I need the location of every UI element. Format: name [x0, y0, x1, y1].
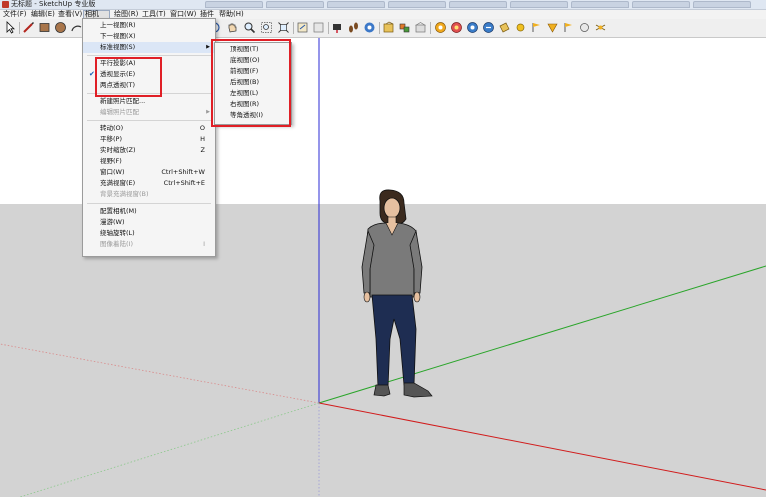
tab-6[interactable]	[510, 1, 568, 8]
menu-item-edit-match-photo: 编辑照片匹配 ▶	[100, 108, 210, 116]
human-figure[interactable]	[358, 189, 438, 404]
menu-item-look-around[interactable]: 绕轴旋转(L)	[83, 228, 215, 239]
menu-file[interactable]: 文件(F)	[2, 10, 28, 19]
position-camera-icon[interactable]	[331, 21, 344, 34]
menu-item-position-camera[interactable]: 配置相机(M)	[83, 206, 215, 217]
menu-item-two-point-perspective[interactable]: 两点透视(T)	[83, 80, 215, 91]
next-view-icon[interactable]	[312, 21, 325, 34]
tab-9[interactable]	[693, 1, 751, 8]
walk-icon[interactable]	[347, 21, 360, 34]
menu-item-previous-view[interactable]: 上一视图(R)	[83, 20, 215, 31]
camera-menu-dropdown: 上一视图(R) 下一视图(X) 标准视图(S) ▶ 平行投影(A) ✔ 透视显示(E…	[82, 18, 216, 257]
tab-3[interactable]	[327, 1, 385, 8]
menu-item-perspective[interactable]: ✔ 透视显示(E)	[83, 69, 215, 80]
tab-7[interactable]	[571, 1, 629, 8]
menu-item-standard-views[interactable]: 标准视图(S) ▶	[83, 42, 215, 53]
submenu-item-front[interactable]: 前视图(F)	[215, 66, 291, 77]
browser-tab-strip	[205, 0, 766, 9]
tab-5[interactable]	[449, 1, 507, 8]
plugin-8-icon[interactable]	[546, 21, 559, 34]
menu-help[interactable]: 帮助(H)	[218, 10, 245, 19]
red-axis-positive	[318, 402, 766, 491]
menu-item-parallel-projection[interactable]: 平行投影(A)	[83, 58, 215, 69]
menu-item-next-view[interactable]: 下一视图(X)	[83, 31, 215, 42]
plugin-7-icon[interactable]	[530, 21, 543, 34]
tab-1[interactable]	[205, 1, 263, 8]
menu-item-zoom-window[interactable]: 窗口(W) Ctrl+Shift+W	[83, 167, 215, 178]
submenu-item-iso[interactable]: 等角透视(I)	[215, 110, 291, 121]
pencil-line-icon[interactable]	[22, 21, 35, 34]
plugin-2-icon[interactable]	[450, 21, 463, 34]
menu-item-image-igloo: 图像着陆(I) I	[100, 240, 205, 248]
zoom-magnifier-icon[interactable]	[243, 21, 256, 34]
menu-item-zoom[interactable]: 实时缩放(Z) Z	[83, 145, 215, 156]
menu-item-zoom-to-photo: 背景充满视窗(B)	[100, 190, 149, 198]
menu-item-pan[interactable]: 平移(P) H	[83, 134, 215, 145]
checkmark-icon: ✔	[89, 70, 95, 78]
previous-view-icon[interactable]	[296, 21, 309, 34]
zoom-extents-icon[interactable]	[277, 21, 290, 34]
components-icon[interactable]	[398, 21, 411, 34]
submenu-item-bottom[interactable]: 底视图(O)	[215, 55, 291, 66]
menu-item-field-of-view[interactable]: 视野(F)	[83, 156, 215, 167]
submenu-arrow-icon: ▶	[206, 109, 210, 115]
submenu-item-right[interactable]: 右视图(R)	[215, 99, 291, 110]
plugin-6-icon[interactable]	[514, 21, 527, 34]
circle-icon[interactable]	[54, 21, 67, 34]
plugin-4-icon[interactable]	[482, 21, 495, 34]
look-around-icon[interactable]	[363, 21, 376, 34]
rectangle-icon[interactable]	[38, 21, 51, 34]
section-plane-icon[interactable]	[382, 21, 395, 34]
menu-edit[interactable]: 编辑(E)	[30, 10, 56, 19]
menu-item-orbit[interactable]: 转动(O) O	[83, 123, 215, 134]
menu-item-zoom-extents[interactable]: 充满视窗(E) Ctrl+Shift+E	[83, 178, 215, 189]
red-axis-negative	[0, 343, 320, 404]
menu-item-new-match-photo[interactable]: 新建照片匹配...	[83, 96, 215, 107]
pan-hand-icon[interactable]	[226, 21, 239, 34]
plugin-11-icon[interactable]	[594, 21, 607, 34]
window-title: 无标题 - SketchUp 专业版	[11, 0, 96, 8]
tab-4[interactable]	[388, 1, 446, 8]
plugin-9-icon[interactable]	[562, 21, 575, 34]
select-arrow-icon[interactable]	[4, 21, 17, 34]
menu-item-walk[interactable]: 漫游(W)	[83, 217, 215, 228]
plugin-1-icon[interactable]	[434, 21, 447, 34]
plugin-10-icon[interactable]	[578, 21, 591, 34]
green-axis-negative	[19, 402, 320, 497]
tab-2[interactable]	[266, 1, 324, 8]
submenu-item-top[interactable]: 顶视图(T)	[215, 44, 291, 55]
plugin-3-icon[interactable]	[466, 21, 479, 34]
plugin-5-icon[interactable]	[498, 21, 511, 34]
standard-views-submenu: 顶视图(T) 底视图(O) 前视图(F) 后视图(B) 左视图(L) 右视图(R…	[214, 42, 292, 125]
submenu-arrow-icon: ▶	[206, 44, 210, 50]
menu-view[interactable]: 查看(V)	[57, 10, 83, 19]
window-title-bar: 无标题 - SketchUp 专业版	[0, 0, 766, 10]
submenu-item-back[interactable]: 后视图(B)	[215, 77, 291, 88]
submenu-item-left[interactable]: 左视图(L)	[215, 88, 291, 99]
warehouse-icon[interactable]	[414, 21, 427, 34]
sketchup-app-icon	[2, 1, 9, 8]
zoom-window-icon[interactable]	[260, 21, 273, 34]
tab-8[interactable]	[632, 1, 690, 8]
